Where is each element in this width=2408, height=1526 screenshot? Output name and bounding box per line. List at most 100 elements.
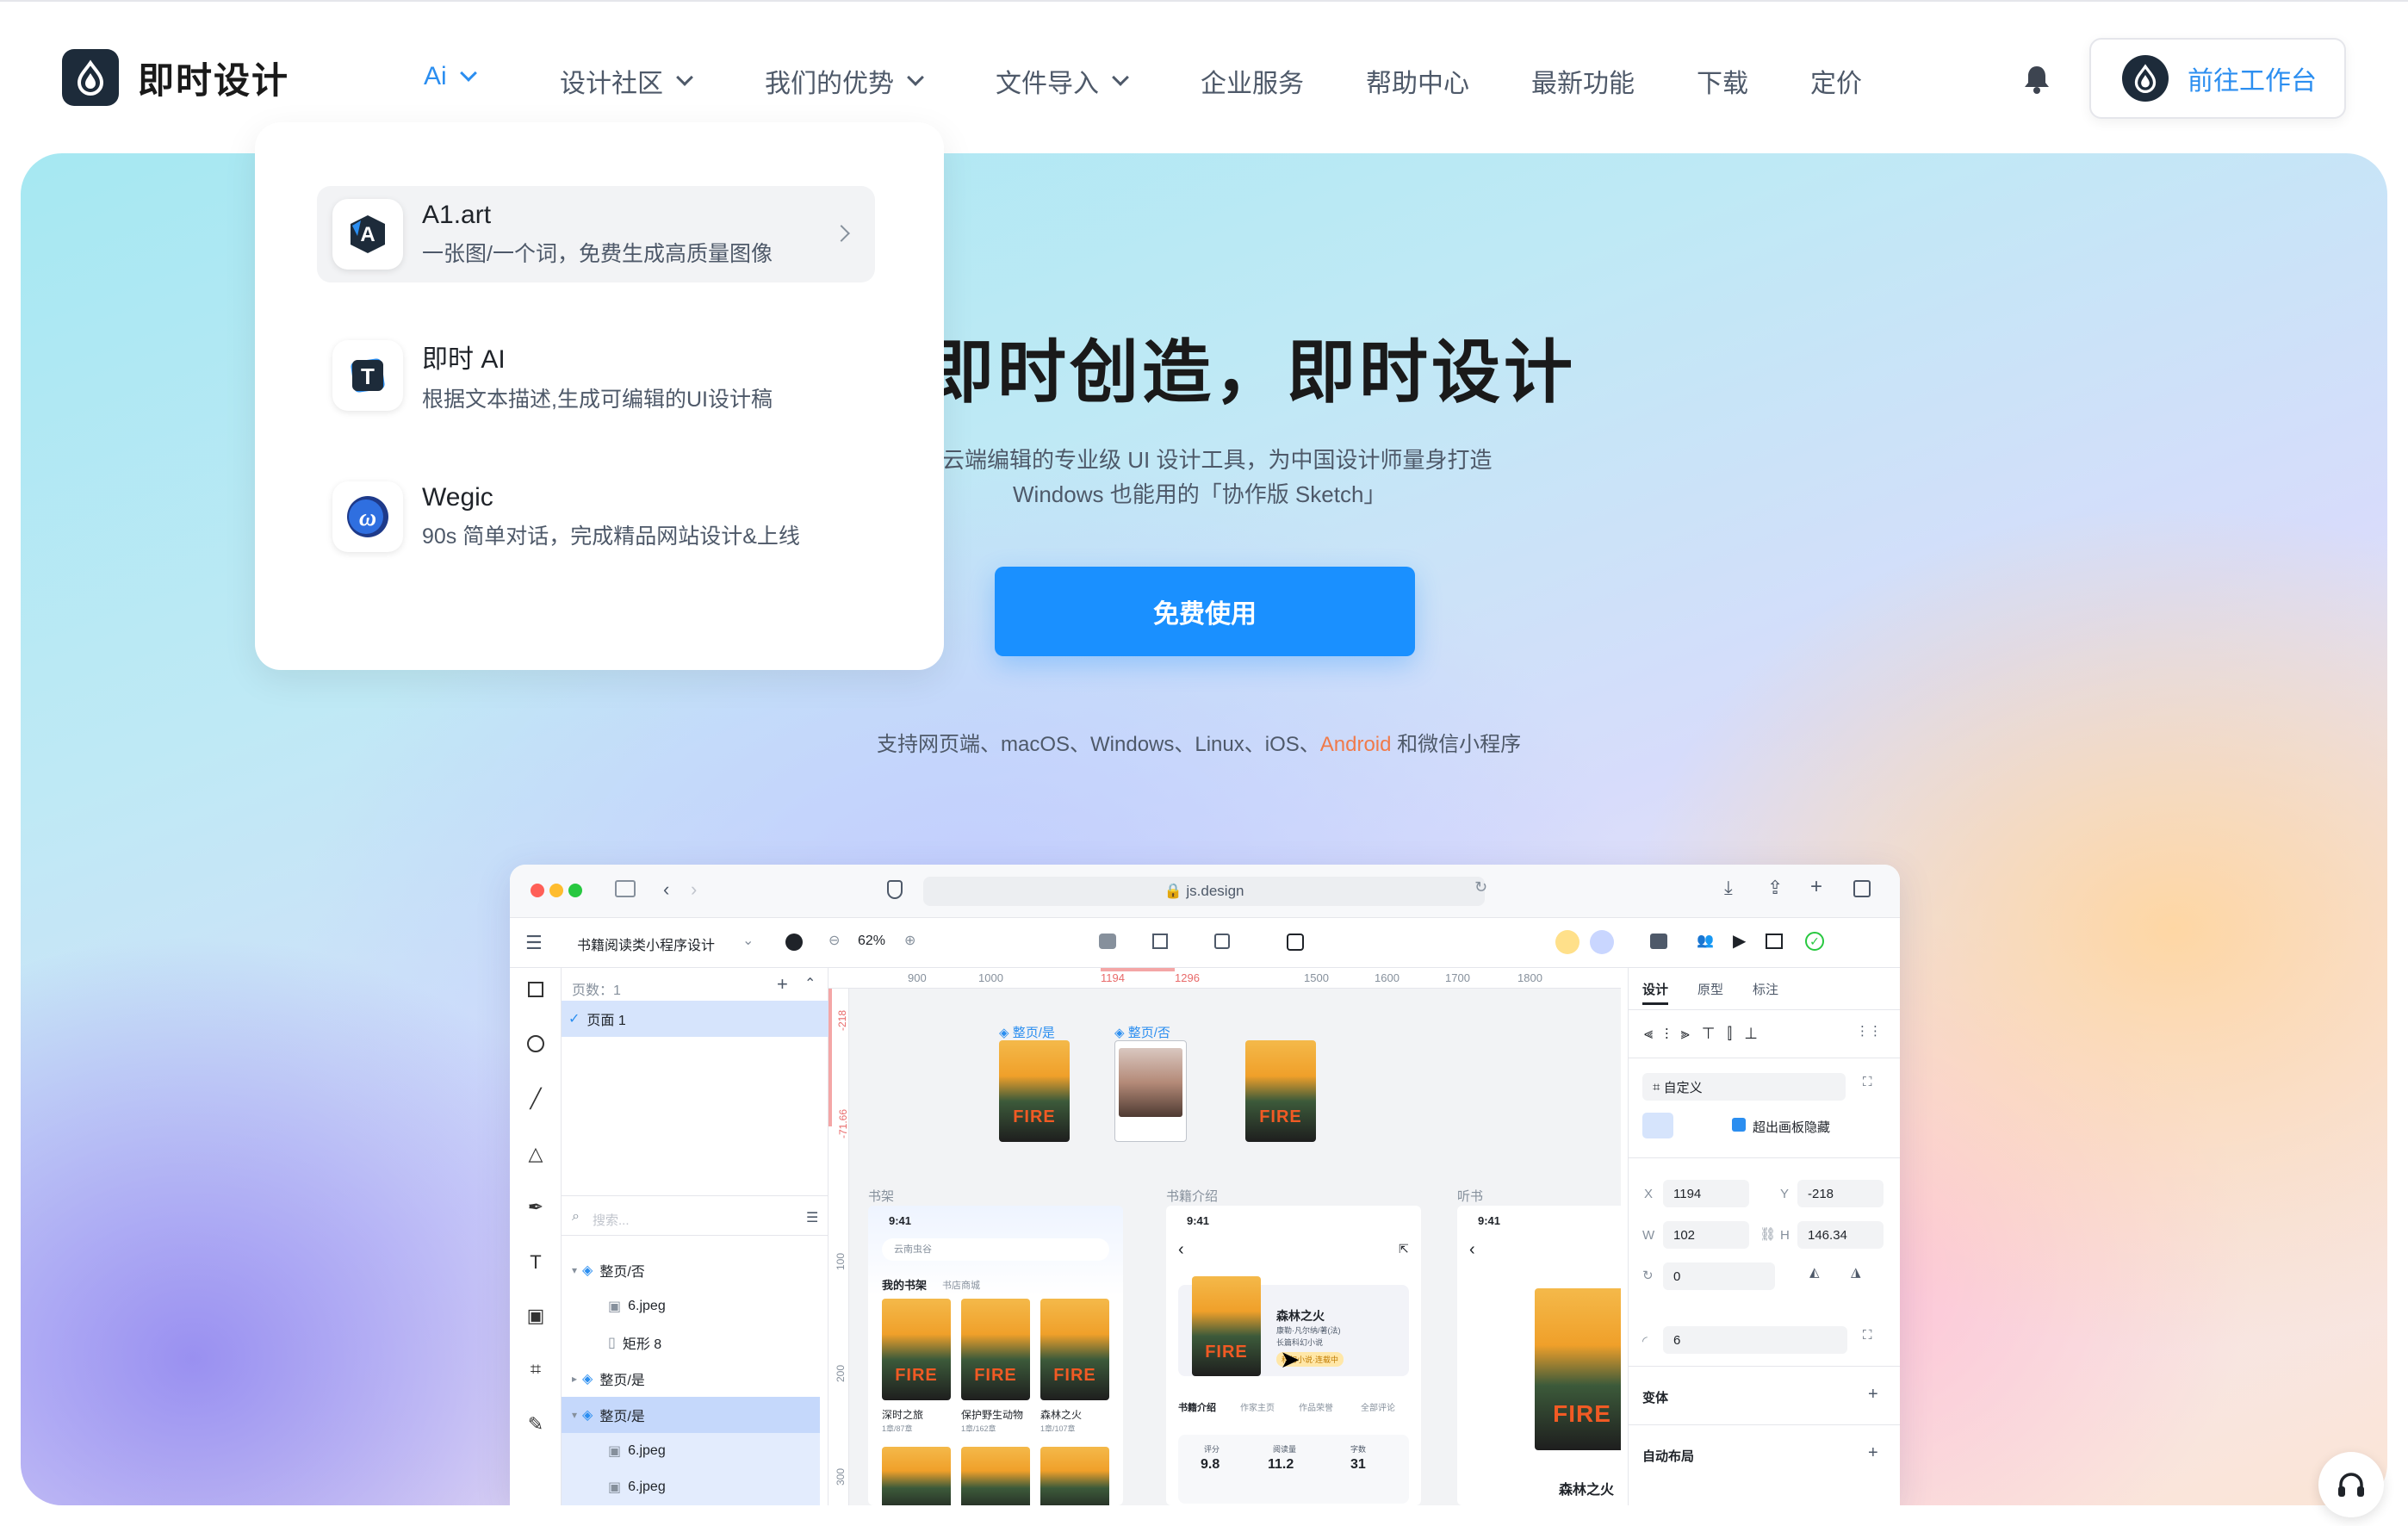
book-cover[interactable]: FIRE xyxy=(999,1040,1070,1142)
play-icon[interactable]: ▶ xyxy=(1733,930,1746,952)
tab-design[interactable]: 设计 xyxy=(1642,980,1668,998)
layer-row[interactable]: ▣ 6.jpeg xyxy=(562,1469,820,1505)
menu-item-jishi-ai[interactable]: T 即时 AI 根据文本描述,生成可编辑的UI设计稿 xyxy=(317,327,875,424)
zoom-level[interactable]: 62% xyxy=(858,934,885,949)
layer-row[interactable]: ▣ 6.jpeg xyxy=(562,1433,820,1469)
file-name[interactable]: 书籍阅读类小程序设计 xyxy=(577,934,715,954)
shelf-search[interactable]: 云南虫谷 xyxy=(882,1238,1109,1261)
tab-annotate[interactable]: 标注 xyxy=(1753,980,1778,998)
add-autolayout-icon[interactable]: + xyxy=(1868,1443,1878,1463)
book-cover[interactable]: FIRE xyxy=(961,1299,1030,1400)
tab-author[interactable]: 作家主页 xyxy=(1240,1400,1275,1413)
corner-icon[interactable]: ⛶ xyxy=(1863,1328,1872,1343)
frame-preset-select[interactable]: ⌗ 自定义 xyxy=(1642,1073,1846,1101)
nav-new-features[interactable]: 最新功能 xyxy=(1531,62,1635,100)
tab-my-shelf[interactable]: 我的书架 xyxy=(882,1276,927,1293)
plugin-icon[interactable] xyxy=(1650,934,1667,949)
layer-row[interactable]: ▯ 矩形 8 xyxy=(562,1324,820,1361)
align-icons[interactable]: ⫷⫶⫸⊤⫿⊥ xyxy=(1644,1025,1770,1043)
logo[interactable]: 即时设计 xyxy=(62,49,289,106)
layer-row[interactable]: ▣ 6.jpeg xyxy=(562,1288,820,1324)
flip-horizontal-icon[interactable]: ◭ xyxy=(1809,1264,1820,1280)
frame-label: 听书 xyxy=(1457,1189,1484,1204)
add-variant-icon[interactable]: + xyxy=(1868,1385,1878,1405)
pen-tool-icon[interactable]: ✒ xyxy=(525,1197,546,1218)
clip-checkbox[interactable] xyxy=(1732,1118,1746,1132)
nav-community[interactable]: 设计社区 xyxy=(560,62,693,100)
fit-icon[interactable]: ⛶ xyxy=(1863,1075,1872,1089)
portrait-toggle[interactable] xyxy=(1642,1113,1673,1138)
ellipse-tool-icon[interactable] xyxy=(527,1035,544,1052)
thumb-frame[interactable] xyxy=(1114,1040,1187,1142)
zoom-in-icon[interactable]: ⊕ xyxy=(904,932,915,949)
collapse-icon[interactable]: ⌃ xyxy=(804,975,816,992)
polygon-tool-icon[interactable]: △ xyxy=(525,1144,546,1164)
book-cover[interactable] xyxy=(882,1447,951,1505)
nav-enterprise[interactable]: 企业服务 xyxy=(1201,62,1304,100)
page-row[interactable]: ✓ 页面 1 xyxy=(562,1001,829,1037)
ruler-tick: 1296 xyxy=(1175,971,1200,984)
nav-import[interactable]: 文件导入 xyxy=(996,62,1129,100)
text-tool-icon[interactable]: T xyxy=(525,1252,546,1273)
book-cover[interactable] xyxy=(1040,1447,1109,1505)
share-icon[interactable]: ⇱ xyxy=(1399,1242,1409,1256)
flip-vertical-icon[interactable]: ◮ xyxy=(1851,1264,1861,1280)
brush-tool-icon[interactable]: ✎ xyxy=(525,1414,546,1435)
filter-icon[interactable]: ☰ xyxy=(806,1209,818,1226)
mask-icon[interactable] xyxy=(1099,934,1116,949)
book-cover[interactable]: FIRE xyxy=(1245,1040,1316,1142)
image-tool-icon[interactable]: ▣ xyxy=(525,1306,546,1326)
more-icon[interactable]: ⋮⋮ xyxy=(1856,1023,1882,1039)
tab-store[interactable]: 书店商城 xyxy=(942,1278,980,1292)
crop-icon[interactable] xyxy=(1152,934,1168,949)
nav-help[interactable]: 帮助中心 xyxy=(1366,62,1469,100)
menu-item-a1-art[interactable]: A A1.art 一张图/一个词，免费生成高质量图像 xyxy=(317,186,875,282)
component-icon[interactable] xyxy=(1214,934,1230,949)
rectangle-tool-icon[interactable] xyxy=(528,982,543,997)
menu-icon[interactable]: ☰ xyxy=(525,932,543,954)
tab-honors[interactable]: 作品荣誉 xyxy=(1299,1400,1333,1413)
rotation-field[interactable]: 0 xyxy=(1663,1262,1775,1290)
line-tool-icon[interactable]: ╱ xyxy=(525,1089,546,1109)
back-icon[interactable]: ‹ xyxy=(1469,1240,1475,1260)
layer-row[interactable]: ▾ ◈ 整页/否 xyxy=(562,1252,820,1288)
landscape-toggle[interactable] xyxy=(1677,1113,1708,1138)
link-icon[interactable]: ⛓ xyxy=(1759,1226,1776,1242)
nav-download[interactable]: 下载 xyxy=(1697,62,1748,100)
nav-pricing[interactable]: 定价 xyxy=(1810,62,1862,100)
book-cover[interactable]: FIRE xyxy=(1040,1299,1109,1400)
tab-prototype[interactable]: 原型 xyxy=(1697,980,1723,998)
url-bar[interactable]: 🔒 js.design xyxy=(923,877,1485,906)
layers-panel: 页数：1 + ⌃ ✓ 页面 1 ⌕ 搜索... ☰ ▾ ◈ 整页/否 ▣ 6.jpeg… xyxy=(562,968,829,1505)
nav-advantages[interactable]: 我们的优势 xyxy=(765,62,924,100)
go-workspace-button[interactable]: 前往工作台 xyxy=(2089,38,2346,119)
w-field[interactable]: 102 xyxy=(1663,1221,1749,1249)
frame-icon[interactable] xyxy=(1287,934,1304,951)
bell-icon[interactable] xyxy=(2022,64,2051,99)
layer-search-input[interactable]: 搜索... xyxy=(593,1211,630,1229)
back-icon[interactable]: ‹ xyxy=(1178,1240,1184,1260)
book-cover[interactable] xyxy=(961,1447,1030,1505)
x-field[interactable]: 1194 xyxy=(1663,1180,1749,1207)
color-mode-icon[interactable] xyxy=(785,934,803,951)
free-use-button[interactable]: 免费使用 xyxy=(995,567,1415,656)
layer-row[interactable]: ▾ ◈ 整页/是 xyxy=(562,1397,820,1433)
design-canvas[interactable]: 900 1000 1194 1296 1500 1600 1700 1800 -… xyxy=(829,968,1621,1505)
zoom-out-icon[interactable]: ⊖ xyxy=(829,932,840,949)
book-cover[interactable]: FIRE xyxy=(882,1299,951,1400)
layer-row[interactable]: ▸ ◈ 整页/是 xyxy=(562,1361,820,1397)
phone-shelf[interactable]: 9:41 云南虫谷 我的书架 书店商城 FIRE FIRE FIRE 深时之旅 … xyxy=(868,1206,1123,1505)
radius-field[interactable]: 6 xyxy=(1663,1326,1847,1354)
tab-comments[interactable]: 全部评论 xyxy=(1361,1400,1395,1413)
phone-listen[interactable]: 9:41 ‹ FIRE 森林之火 xyxy=(1457,1206,1621,1505)
tab-intro[interactable]: 书籍介绍 xyxy=(1178,1400,1216,1414)
h-field[interactable]: 146.34 xyxy=(1797,1221,1884,1249)
nav-ai[interactable]: Ai xyxy=(424,62,477,91)
customer-support-button[interactable] xyxy=(2318,1452,2384,1517)
menu-item-wegic[interactable]: ω Wegic 90s 简单对话，完成精品网站设计&上线 xyxy=(317,468,875,565)
layout-icon[interactable] xyxy=(1766,934,1783,949)
y-field[interactable]: -218 xyxy=(1797,1180,1884,1207)
add-page-icon[interactable]: + xyxy=(777,973,788,996)
frame-tool-icon[interactable]: ⌗ xyxy=(525,1359,546,1380)
users-icon[interactable]: 👥 xyxy=(1697,932,1714,949)
